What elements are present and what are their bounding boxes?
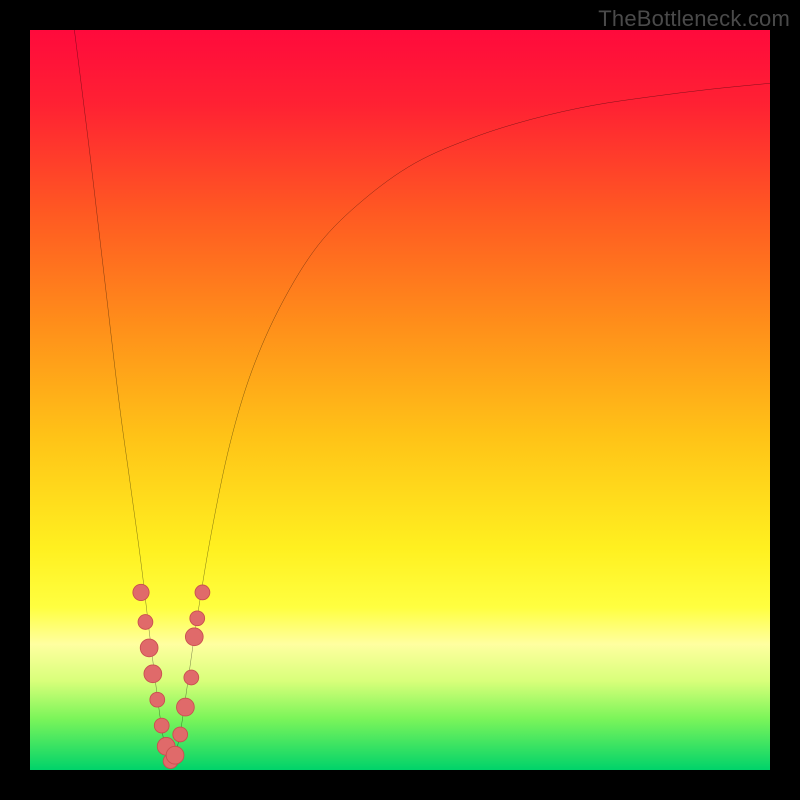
marker-point <box>154 718 169 733</box>
marker-point <box>144 665 162 683</box>
marker-point <box>173 727 188 742</box>
marker-point <box>195 585 210 600</box>
marker-point <box>133 584 149 600</box>
watermark-text: TheBottleneck.com <box>598 6 790 32</box>
marker-point <box>150 692 165 707</box>
bottleneck-curve <box>74 30 770 766</box>
chart-frame: TheBottleneck.com <box>0 0 800 800</box>
plot-area <box>30 30 770 770</box>
marker-point <box>138 615 153 630</box>
marker-point <box>140 639 158 657</box>
marker-point <box>185 628 203 646</box>
marker-point <box>184 670 199 685</box>
curve-layer <box>30 30 770 770</box>
marker-point <box>190 611 205 626</box>
marker-group <box>133 584 210 768</box>
marker-point <box>177 698 195 716</box>
marker-point <box>166 746 184 764</box>
